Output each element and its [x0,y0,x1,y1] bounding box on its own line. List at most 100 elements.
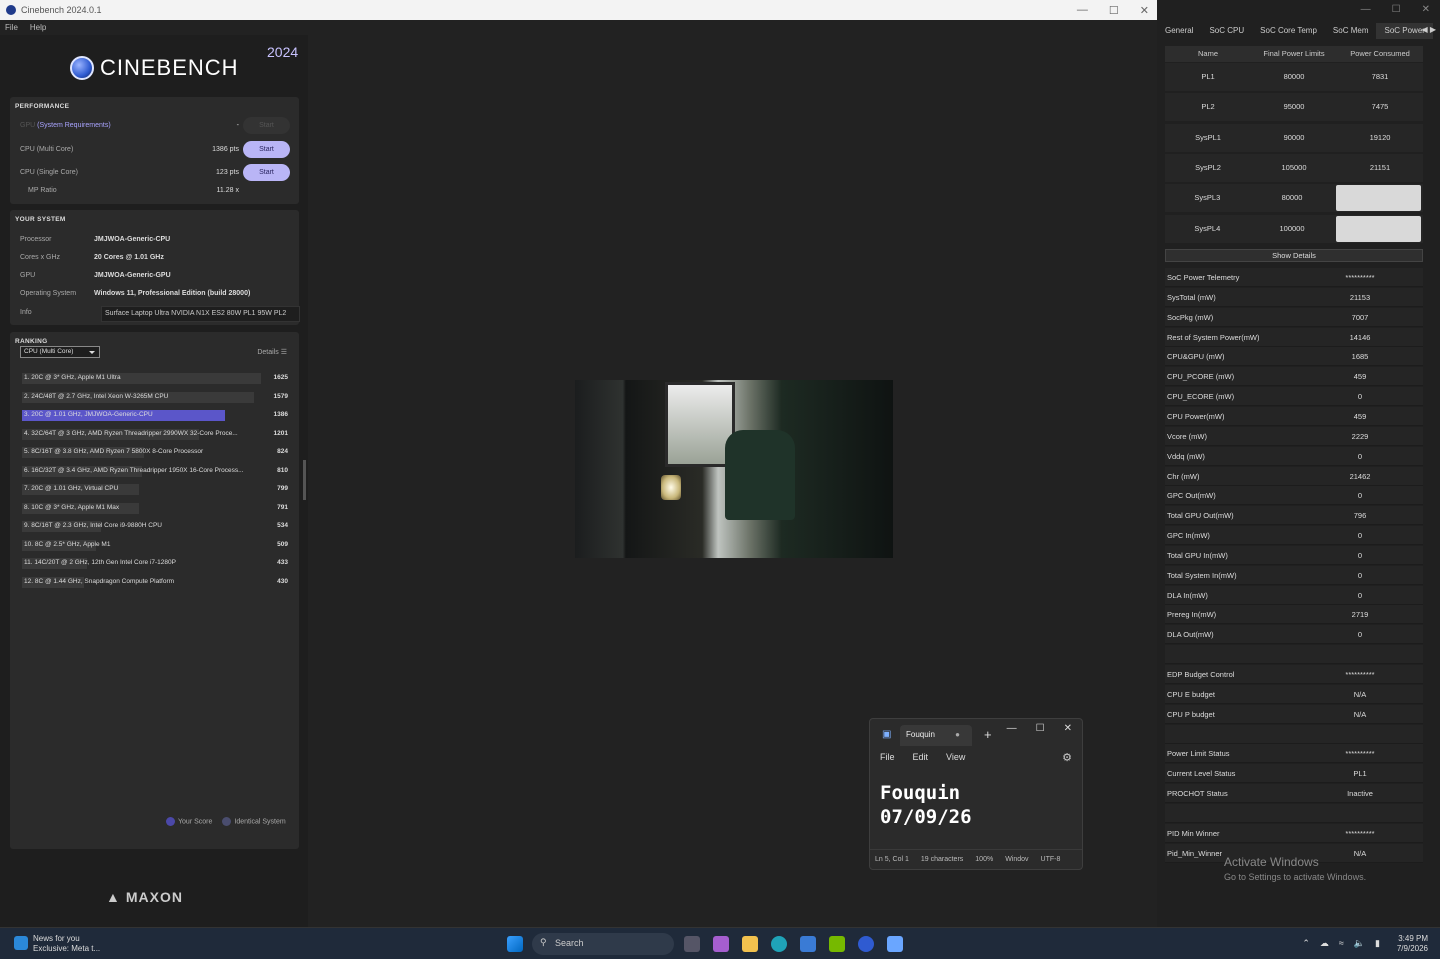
np-menu-file[interactable]: File [880,752,895,762]
ranking-score: 799 [277,485,288,492]
close-icon[interactable]: ✕ [1064,723,1072,734]
copilot-icon[interactable] [713,936,729,952]
start-icon[interactable] [507,936,523,952]
telemetry-key: Total GPU Out(mW) [1167,511,1234,521]
telemetry-row [1165,803,1423,823]
telemetry-value: 0 [1357,491,1363,501]
ranking-row[interactable]: 9. 8C/16T @ 2.3 GHz, Intel Core i9-9880H… [22,521,288,532]
system-tray[interactable]: 3:49 PM 7/9/2026 [1397,934,1428,954]
ranking-row[interactable]: 7. 20C @ 1.01 GHz, Virtual CPU 799 [22,484,288,495]
ranking-row[interactable]: 8. 10C @ 3* GHz, Apple M1 Max 791 [22,502,288,514]
ranking-score: 1386 [273,411,288,418]
notepad-tab[interactable]: Fouquin ● [900,725,972,746]
power-limit-row: PL1 80000 7831 [1165,63,1423,91]
ranking-row[interactable]: 12. 8C @ 1.44 GHz, Snapdragon Compute Pl… [22,576,288,588]
performance-panel: PERFORMANCE GPU (System Requirements) - … [10,97,299,204]
menu-help[interactable]: Help [30,23,46,32]
tab-right-icon[interactable]: ▶ [1430,25,1436,34]
battery-icon[interactable]: ▮ [1375,938,1380,949]
power-limit-header: Name Final Power Limits Power Consumed [1165,46,1423,62]
tab-soc-mem[interactable]: SoC Mem [1325,23,1377,39]
search-icon: ⚲ [540,937,547,947]
notepad-window: ▣ Fouquin ● + — ☐ ✕ File Edit View ⚙ Fouq… [869,718,1083,870]
menu-file[interactable]: File [5,23,18,32]
tab-soc-cpu[interactable]: SoC CPU [1201,23,1252,39]
ranking-row[interactable]: 6. 16C/32T @ 3.4 GHz, AMD Ryzen Threadri… [22,465,288,477]
ranking-row[interactable]: 11. 14C/20T @ 2 GHz, 12th Gen Intel Core… [22,558,288,569]
tab-general[interactable]: General [1157,23,1201,39]
maximize-icon[interactable]: ☐ [1036,723,1045,734]
telemetry-row: DLA In(mW) 0 [1165,585,1423,605]
maximize-icon[interactable]: ☐ [1109,4,1119,17]
ranking-row[interactable]: 5. 8C/16T @ 3.8 GHz, AMD Ryzen 7 5800X 8… [22,447,288,458]
minimize-icon[interactable]: — [1361,4,1371,15]
telemetry-key: SocPkg (mW) [1167,312,1214,322]
system-requirements-link[interactable]: (System Requirements) [37,122,111,129]
telemetry-key: EDP Budget Control [1167,670,1235,679]
telemetry-row: CPU_PCORE (mW) 459 [1165,367,1423,387]
status-eol[interactable]: Windov [1005,856,1028,863]
ranking-row[interactable]: 4. 32C/64T @ 3 GHz, AMD Ryzen Threadripp… [22,428,288,440]
np-menu-view[interactable]: View [946,752,965,762]
notepad-icon: ▣ [882,729,892,740]
nvidia-icon[interactable] [829,936,845,952]
details-button[interactable]: Details ☰ [257,348,287,356]
close-icon[interactable]: ✕ [1140,4,1149,17]
render-chair [725,430,795,520]
volume-icon[interactable]: 🔈 [1354,938,1365,949]
tab-label: Fouquin [906,730,935,739]
filter-icon: ☰ [280,349,287,356]
cpu-multi-start-button[interactable]: Start [243,141,290,158]
file-explorer-icon[interactable] [742,936,758,952]
close-icon[interactable]: ✕ [1422,4,1430,15]
info-label: Info [20,309,32,316]
ranking-select[interactable]: CPU (Multi Core) [20,346,100,358]
cpu-single-start-button[interactable]: Start [243,164,290,181]
tab-soc-core-temp[interactable]: SoC Core Temp [1252,23,1325,39]
chevron-up-icon[interactable]: ⌃ [1302,938,1310,949]
edge-icon[interactable] [771,936,787,952]
telemetry-row: Vcore (mW) 2229 [1165,426,1423,446]
telemetry-row: CPU P budget N/A [1165,704,1423,724]
pl-name: PL2 [1201,102,1215,112]
sys-value: Windows 11, Professional Edition (build … [94,290,251,297]
onedrive-icon[interactable]: ☁ [1320,938,1329,949]
cinebench-taskbar-icon[interactable] [858,936,874,952]
ranking-panel: RANKING CPU (Multi Core) Details ☰ 1. 20… [10,332,299,849]
notepad-text-area[interactable]: Fouquin 07/09/26 [880,781,972,829]
status-encoding[interactable]: UTF-8 [1041,856,1061,863]
news-widget[interactable]: News for you Exclusive: Meta t... [33,934,100,954]
ranking-row[interactable]: 3. 20C @ 1.01 GHz, JMJWOA-Generic-CPU 138… [22,410,288,421]
wifi-icon[interactable]: ≈ [1339,938,1344,949]
clock-time: 3:49 PM [1398,934,1428,943]
telemetry-value: 0 [1357,550,1363,560]
store-icon[interactable] [800,936,816,952]
notepad-taskbar-icon[interactable] [887,936,903,952]
activate-watermark: Activate Windows Go to Settings to activ… [1224,855,1366,882]
telemetry-key: SysTotal (mW) [1167,292,1216,302]
cpu-single-pts: 123 pts [216,169,239,176]
gpu-start-button[interactable]: Start [243,117,290,134]
search-label: Search [555,938,584,948]
info-field[interactable]: Surface Laptop Ultra NVIDIA N1X ES2 80W … [101,306,300,322]
cpu-multi-label: CPU (Multi Core) [20,146,74,153]
identical-label: Identical System [234,818,286,826]
maximize-icon[interactable]: ☐ [1392,4,1401,15]
search-box[interactable]: ⚲ Search [532,933,674,955]
telemetry-row: DLA Out(mW) 0 [1165,625,1423,645]
task-view-icon[interactable] [684,936,700,952]
panel-splitter[interactable] [303,460,306,500]
weather-icon[interactable] [14,936,28,950]
np-menu-edit[interactable]: Edit [913,752,929,762]
minimize-icon[interactable]: — [1077,4,1088,16]
tab-left-icon[interactable]: ◀ [1421,25,1427,34]
status-zoom[interactable]: 100% [975,856,993,863]
ranking-row[interactable]: 10. 8C @ 2.5* GHz, Apple M1 509 [22,539,288,551]
show-details-button[interactable]: Show Details [1165,249,1423,262]
ranking-row[interactable]: 1. 20C @ 3* GHz, Apple M1 Ultra 1625 [22,373,288,384]
telemetry-key: CPU_PCORE (mW) [1167,372,1235,382]
settings-gear-icon[interactable]: ⚙ [1062,751,1072,764]
ranking-row[interactable]: 2. 24C/48T @ 2.7 GHz, Intel Xeon W-3265M… [22,391,288,403]
minimize-icon[interactable]: — [1007,723,1017,734]
new-tab-icon[interactable]: + [984,727,992,742]
